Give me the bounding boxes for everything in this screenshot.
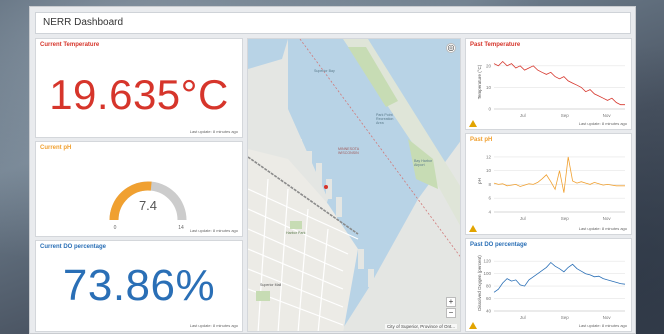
y-axis-label: pH xyxy=(477,178,482,184)
ph-gauge-value: 7.4 xyxy=(139,198,157,213)
y-tick-label: 100 xyxy=(483,271,491,276)
x-tick-label: Sep xyxy=(561,315,570,320)
y-tick-label: 80 xyxy=(486,284,492,289)
current-ph-title: Current pH xyxy=(40,145,72,151)
y-tick-label: 120 xyxy=(483,259,491,264)
x-tick-label: Nov xyxy=(603,216,612,221)
last-update-text: Last update: 8 minutes ago xyxy=(189,323,238,328)
y-axis-label: Temperature (°C) xyxy=(477,64,482,99)
dashboard-title: NERR Dashboard xyxy=(35,12,631,34)
ph-gauge-max: 14 xyxy=(178,225,184,231)
current-do-title: Current DO percentage xyxy=(40,244,107,250)
y-tick-label: 4 xyxy=(488,210,491,215)
y-tick-label: 60 xyxy=(486,296,492,301)
past-do-chart: 40 60 80 100 120 Jul Sep Nov Dissolved Oxygen (p… xyxy=(477,255,626,320)
past-temperature-panel[interactable]: Past Temperature 0 10 20 Jul Sep Nov Temperatu… xyxy=(465,38,632,130)
series-line xyxy=(493,60,625,106)
past-ph-chart: 4 6 8 10 12 Jul Sep Nov pH xyxy=(477,154,625,221)
y-tick-label: 0 xyxy=(488,107,491,112)
map-label-state: MINNESOTA WISCONSIN xyxy=(338,147,359,155)
last-update-text: Last update: 8 minutes ago xyxy=(189,228,238,233)
x-tick-label: Nov xyxy=(603,315,612,320)
map-panel[interactable]: Superior Bay MINNESOTA WISCONSIN Park Po… xyxy=(247,38,461,332)
x-tick-label: Jul xyxy=(520,315,526,320)
green-patch xyxy=(290,221,302,229)
past-temperature-chart: 0 10 20 Jul Sep Nov Temperature (°C) xyxy=(477,60,625,118)
current-temperature-value: 19.635°C xyxy=(49,71,229,118)
zoom-out-button[interactable]: − xyxy=(446,308,456,318)
current-temperature-title: Current Temperature xyxy=(40,42,100,48)
y-tick-label: 12 xyxy=(486,154,492,159)
x-tick-label: Jul xyxy=(520,216,526,221)
map-label-airport: Bay Harbor Airport xyxy=(414,159,433,167)
basemap-toggle-icon[interactable]: ◎ xyxy=(446,43,456,53)
y-tick-label: 20 xyxy=(486,63,492,68)
station-marker xyxy=(324,185,328,189)
y-axis-label: Dissolved Oxygen (percent) xyxy=(477,255,482,311)
y-tick-label: 8 xyxy=(488,182,491,187)
map-label-superior-bay: Superior Bay xyxy=(314,69,335,73)
map-canvas[interactable] xyxy=(248,39,461,332)
last-update-text: Last update: 8 minutes ago xyxy=(578,226,627,231)
x-tick-label: Sep xyxy=(561,113,570,118)
dashboard-frame: NERR Dashboard Current Temperature 19.63… xyxy=(29,6,636,334)
series-line xyxy=(493,156,625,193)
map-attribution: City of Superior, Province of Ont... xyxy=(384,324,457,329)
warning-icon[interactable] xyxy=(469,322,477,329)
ph-gauge-min: 0 xyxy=(114,225,117,231)
map-label-harbor-park: Harbor Park xyxy=(286,231,306,235)
warning-icon[interactable] xyxy=(469,120,477,127)
current-temperature-panel[interactable]: Current Temperature 19.635°C Last update… xyxy=(35,38,243,138)
last-update-text: Last update: 8 minutes ago xyxy=(578,323,627,328)
green-patch xyxy=(256,291,270,301)
current-do-value: 73.86% xyxy=(62,261,216,310)
last-update-text: Last update: 8 minutes ago xyxy=(189,129,238,134)
x-tick-label: Nov xyxy=(603,113,612,118)
x-tick-label: Jul xyxy=(520,113,526,118)
map-label-park-point: Park Point Recreation Area xyxy=(376,113,394,125)
current-ph-panel[interactable]: Current pH 7.4 0 14 Last update: 8 minut… xyxy=(35,141,243,237)
past-do-panel[interactable]: Past DO percentage 40 60 80 100 120 Jul Sep Nov… xyxy=(465,238,632,332)
zoom-in-button[interactable]: + xyxy=(446,297,456,307)
x-tick-label: Sep xyxy=(561,216,570,221)
warning-icon[interactable] xyxy=(469,225,477,232)
y-tick-label: 40 xyxy=(486,309,492,314)
last-update-text: Last update: 8 minutes ago xyxy=(578,121,627,126)
past-ph-panel[interactable]: Past pH 4 6 8 10 12 Jul Sep Nov pH Last update: … xyxy=(465,133,632,235)
map-label-mall: Superior Mall xyxy=(260,283,282,287)
y-tick-label: 10 xyxy=(486,85,492,90)
y-tick-label: 6 xyxy=(488,196,491,201)
current-do-panel[interactable]: Current DO percentage 73.86% Last update… xyxy=(35,240,243,332)
ph-gauge: 7.4 0 14 xyxy=(109,181,187,231)
y-tick-label: 10 xyxy=(486,168,492,173)
series-line xyxy=(493,261,626,293)
